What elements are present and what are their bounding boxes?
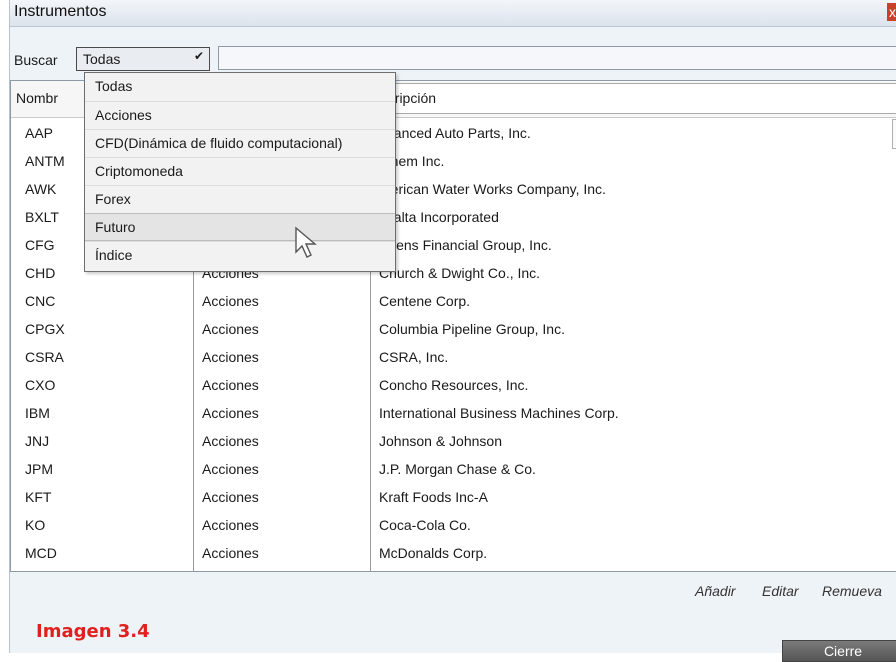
cell-symbol: KFT xyxy=(25,489,52,505)
cell-symbol: CPGX xyxy=(25,321,65,337)
cell-symbol: ANTM xyxy=(25,153,65,169)
cell-type: Acciones xyxy=(202,545,259,561)
cell-symbol: BXLT xyxy=(25,209,59,225)
chevron-down-icon[interactable]: ✔ xyxy=(194,49,204,63)
cell-symbol: CNC xyxy=(25,293,56,309)
category-select[interactable]: Todas ✔ xyxy=(76,47,210,71)
title-bar: Instrumentos x xyxy=(10,0,896,27)
cell-symbol: KO xyxy=(25,517,46,533)
cell-symbol: AWK xyxy=(25,181,57,197)
dropdown-option[interactable]: CFD(Dinámica de fluido computacional) xyxy=(85,129,395,157)
column-header-name[interactable]: Nombr xyxy=(16,90,58,106)
dropdown-option[interactable]: Forex xyxy=(85,185,395,213)
table-row[interactable]: MCD Acciones McDonalds Corp. xyxy=(11,539,896,567)
cell-description: Kraft Foods Inc-A xyxy=(379,489,488,505)
remove-link[interactable]: Remueva xyxy=(822,583,882,599)
cell-description: dvanced Auto Parts, Inc. xyxy=(379,125,531,141)
cell-symbol: AAP xyxy=(25,125,54,141)
cell-type: Acciones xyxy=(202,377,259,393)
window-title: Instrumentos xyxy=(14,3,107,20)
close-button[interactable]: Cierre xyxy=(782,640,896,662)
cell-type: Acciones xyxy=(202,405,259,421)
cell-description: International Business Machines Corp. xyxy=(379,405,619,421)
scrollbar-thumb[interactable] xyxy=(892,119,896,149)
add-link[interactable]: Añadir xyxy=(695,583,735,599)
cell-type: Acciones xyxy=(202,349,259,365)
column-header-description-box[interactable] xyxy=(371,83,896,114)
cell-symbol: CFG xyxy=(25,237,55,253)
cell-type: Acciones xyxy=(202,321,259,337)
cell-symbol: JPM xyxy=(25,461,53,477)
cell-symbol: JNJ xyxy=(25,433,50,449)
cell-description: Church & Dwight Co., Inc. xyxy=(379,265,541,281)
cell-type: Acciones xyxy=(202,461,259,477)
cell-description: Coca-Cola Co. xyxy=(379,517,471,533)
table-row[interactable]: JPM Acciones J.P. Morgan Chase & Co. xyxy=(11,455,896,483)
table-row[interactable]: CNC Acciones Centene Corp. xyxy=(11,287,896,315)
search-input[interactable] xyxy=(218,46,896,70)
table-row[interactable]: KO Acciones Coca-Cola Co. xyxy=(11,511,896,539)
category-select-value: Todas xyxy=(83,51,121,67)
dropdown-option[interactable]: Futuro xyxy=(85,213,395,241)
dropdown-option[interactable]: Criptomoneda xyxy=(85,157,395,185)
table-row[interactable]: KFT Acciones Kraft Foods Inc-A xyxy=(11,483,896,511)
dropdown-option[interactable]: Índice xyxy=(85,241,395,269)
image-caption: Imagen 3.4 xyxy=(36,621,150,642)
cell-description: itizens Financial Group, Inc. xyxy=(379,237,552,253)
cell-description: J.P. Morgan Chase & Co. xyxy=(379,461,536,477)
cell-type: Acciones xyxy=(202,489,259,505)
cell-description: Johnson & Johnson xyxy=(379,433,502,449)
dropdown-option[interactable]: Todas xyxy=(85,73,395,101)
edit-link[interactable]: Editar xyxy=(762,583,799,599)
table-row[interactable]: IBM Acciones International Business Machin… xyxy=(11,399,896,427)
cell-description: Centene Corp. xyxy=(379,293,471,309)
cell-type: Acciones xyxy=(202,293,259,309)
cell-symbol: CXO xyxy=(25,377,56,393)
cell-type: Acciones xyxy=(202,517,259,533)
cell-description: merican Water Works Company, Inc. xyxy=(379,181,606,197)
mouse-pointer-icon xyxy=(295,226,317,258)
cell-symbol: IBM xyxy=(25,405,50,421)
cell-symbol: CSRA xyxy=(25,349,64,365)
cell-type: Acciones xyxy=(202,433,259,449)
instruments-window: Instrumentos x Buscar Todas ✔ Nombr escr… xyxy=(9,0,896,662)
cell-description: axalta Incorporated xyxy=(379,209,499,225)
cell-symbol: MCD xyxy=(25,545,57,561)
category-dropdown-menu: Todas Acciones CFD(Dinámica de fluido comp… xyxy=(84,72,396,272)
cell-description: McDonalds Corp. xyxy=(379,545,488,561)
cell-description: CSRA, Inc. xyxy=(379,349,449,365)
table-row[interactable]: CSRA Acciones CSRA, Inc. xyxy=(11,343,896,371)
table-row[interactable]: CPGX Acciones Columbia Pipeline Group, Inc… xyxy=(11,315,896,343)
dropdown-option[interactable]: Acciones xyxy=(85,101,395,129)
table-row[interactable]: CXO Acciones Concho Resources, Inc. xyxy=(11,371,896,399)
cell-description: Concho Resources, Inc. xyxy=(379,377,529,393)
close-window-icon[interactable]: x xyxy=(887,3,896,21)
cell-symbol: CHD xyxy=(25,265,56,281)
cell-description: Columbia Pipeline Group, Inc. xyxy=(379,321,565,337)
table-row[interactable]: JNJ Acciones Johnson & Johnson xyxy=(11,427,896,455)
search-label: Buscar xyxy=(14,52,58,68)
